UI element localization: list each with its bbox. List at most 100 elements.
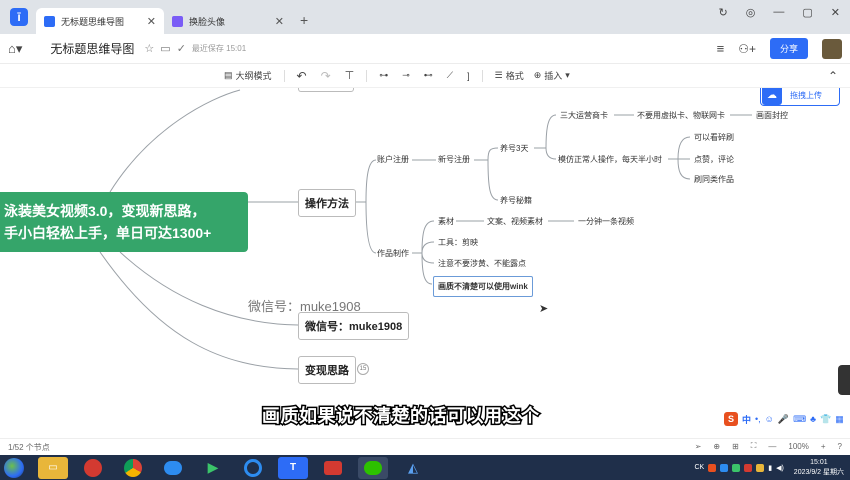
ime-language[interactable]: 中 — [742, 413, 751, 426]
app-logo-icon[interactable]: ī — [10, 8, 28, 26]
mindmap-node-raise-3days[interactable]: 养号3天 — [500, 143, 528, 154]
mindmap-node-raise-secrets[interactable]: 养号秘籍 — [500, 195, 532, 206]
mindmap-node-copy-video[interactable]: 文案、视频素材 — [487, 216, 543, 227]
folder-icon[interactable]: ▭ — [160, 42, 170, 55]
menu-icon[interactable]: ≡ — [717, 41, 725, 56]
mindmap-node-unclear-selected[interactable]: 画质不清楚可以使用wink — [433, 276, 533, 297]
format-button[interactable]: ☰ 格式 — [495, 69, 524, 82]
outline-mode-button[interactable]: ▤ 大纲模式 — [224, 69, 272, 82]
undo-icon[interactable]: ↶ — [297, 69, 307, 83]
minimize-icon[interactable]: — — [773, 6, 784, 19]
add-parent-icon[interactable]: ⊷ — [424, 70, 433, 81]
mindmap-node-three-carriers[interactable]: 三大运营商卡 — [560, 110, 608, 121]
side-panel-handle[interactable] — [838, 365, 850, 395]
chrome-icon[interactable] — [118, 457, 148, 479]
mindmap-node-screen-lock[interactable]: 画面封控 — [756, 110, 788, 121]
add-sibling-icon[interactable]: ⊶ — [379, 70, 388, 81]
home-icon[interactable]: ⌂▾ — [8, 41, 22, 57]
video-player-icon[interactable]: ▶ — [198, 457, 228, 479]
connector-icon[interactable]: ⟋ — [447, 70, 453, 81]
tab-avatar[interactable]: 换脸头像 ✕ — [164, 8, 292, 34]
mindmap-node-one-minute[interactable]: 一分钟一条视频 — [578, 216, 634, 227]
mindmap-branch-ops[interactable]: 操作方法 — [298, 189, 356, 217]
close-window-icon[interactable]: ✕ — [831, 6, 840, 19]
sogou-tray-icon[interactable] — [708, 463, 717, 472]
keyboard-icon[interactable]: ⌨ — [793, 414, 806, 425]
taskbar-clock[interactable]: 15:01 2023/9/2 星期六 — [794, 458, 844, 478]
mindmap-canvas[interactable]: 泳装美女视频3.0，变现新思路， 手小白轻松上手，单日可达1300+ 操作方法 … — [0, 88, 850, 438]
format-painter-icon[interactable]: ⊤ — [345, 69, 355, 82]
document-titlebar: ⌂▾ 无标题思维导图 ☆ ▭ ✓ 最近保存 15:01 ≡ ⚇+ 分享 — [0, 34, 850, 64]
help-icon[interactable]: ? — [838, 442, 842, 451]
fullscreen-icon[interactable]: ⛶ — [751, 441, 757, 451]
tray-app-icon[interactable] — [720, 463, 729, 472]
title-actions: ☆ ▭ ✓ 最近保存 15:01 — [144, 42, 246, 55]
close-icon[interactable]: ✕ — [147, 15, 156, 28]
new-tab-plus-icon[interactable]: + — [300, 12, 308, 28]
locate-icon[interactable]: ➢ — [695, 442, 702, 451]
baidu-netdisk-icon[interactable] — [158, 457, 188, 479]
mindmap-node-material[interactable]: 素材 — [438, 216, 454, 227]
netease-music-icon[interactable] — [78, 457, 108, 479]
window-controls: ↻ ◎ — ▢ ✕ — [719, 6, 840, 19]
mindmap-branch-wechat[interactable]: 微信号：muke1908 — [298, 312, 410, 340]
network-icon[interactable]: ▮ — [768, 464, 772, 472]
mindmap-node-new-reg[interactable]: 新号注册 — [438, 154, 470, 165]
fit-icon[interactable]: ⊞ — [732, 442, 739, 451]
pin-icon[interactable]: ◎ — [746, 6, 756, 19]
wechat-icon[interactable] — [358, 456, 388, 479]
close-icon[interactable]: ✕ — [275, 15, 284, 28]
mindmap-node-like-comment[interactable]: 点赞，评论 — [694, 154, 734, 165]
format-label: 格式 — [505, 71, 524, 81]
recorder-icon[interactable] — [318, 457, 348, 479]
star-icon[interactable]: ☆ — [144, 42, 154, 55]
monetize-count-badge[interactable]: 15 — [357, 363, 369, 375]
summary-icon[interactable]: ] — [467, 71, 470, 81]
video-subtitle: 画质如果说不清楚的话可以用这个 — [261, 405, 541, 428]
mindmap-branch-prev[interactable] — [298, 88, 354, 92]
drag-upload-button[interactable]: ☁ 拖拽上传 — [760, 88, 840, 106]
redo-icon[interactable]: ↷ — [321, 69, 331, 83]
zoom-level[interactable]: 100% — [788, 442, 808, 451]
maximize-icon[interactable]: ▢ — [802, 6, 812, 19]
start-button[interactable] — [4, 457, 24, 478]
volume-icon[interactable]: ◀) — [776, 464, 784, 472]
mic-icon[interactable]: 🎤 — [778, 414, 789, 425]
sogou-ime-icon[interactable]: S — [724, 412, 738, 426]
mindmap-node-tool[interactable]: 工具：剪映 — [438, 237, 478, 248]
add-collaborator-icon[interactable]: ⚇+ — [738, 42, 756, 56]
ime-punct-icon[interactable]: •, — [755, 414, 761, 424]
zoom-in-icon[interactable]: + — [821, 442, 826, 451]
qq-browser-icon[interactable] — [238, 457, 268, 479]
mindmap-node-caution[interactable]: 注意不要涉黄、不能露点 — [438, 258, 526, 269]
mindmap-node-no-virtual[interactable]: 不要用虚拟卡、物联网卡 — [637, 110, 725, 121]
mindmap-node-works-make[interactable]: 作品制作 — [377, 248, 409, 259]
mindmap-app-icon[interactable]: T — [278, 456, 308, 479]
tray-app-icon[interactable] — [756, 463, 765, 472]
collapse-toolbar-icon[interactable]: ⌃ — [828, 69, 838, 83]
tab-mindmap[interactable]: 无标题思维导图 ✕ — [36, 8, 164, 34]
ime-skin-icon[interactable]: ♣ — [810, 414, 816, 424]
insert-button[interactable]: ⊕ 插入 ▾ — [534, 69, 570, 82]
capcut-icon[interactable]: ◭ — [398, 457, 428, 479]
refresh-icon[interactable]: ↻ — [719, 6, 728, 19]
tray-app-icon[interactable] — [744, 463, 753, 472]
ime-shirt-icon[interactable]: 👕 — [820, 414, 831, 425]
mindmap-node-account-reg[interactable]: 账户注册 — [377, 154, 409, 165]
center-icon[interactable]: ⊕ — [713, 442, 720, 451]
add-child-icon[interactable]: ⊸ — [402, 70, 410, 81]
file-explorer-icon[interactable]: ▭ — [38, 456, 68, 479]
share-button[interactable]: 分享 — [769, 38, 808, 59]
avatar[interactable] — [822, 38, 842, 59]
ime-grid-icon[interactable]: ▦ — [835, 414, 844, 425]
document-title[interactable]: 无标题思维导图 — [50, 40, 134, 57]
mindmap-node-simulate[interactable]: 模仿正常人操作，每天半小时 — [558, 154, 662, 165]
tray-app-icon[interactable] — [732, 463, 741, 472]
mindmap-branch-monetize[interactable]: 变现思路 — [298, 356, 356, 384]
mindmap-node-can-swipe[interactable]: 可以看碎刷 — [694, 132, 734, 143]
mindmap-root-node[interactable]: 泳装美女视频3.0，变现新思路， 手小白轻松上手，单日可达1300+ — [0, 192, 248, 252]
emoji-icon[interactable]: ☺ — [765, 414, 774, 424]
mindmap-node-swipe-works[interactable]: 刷同类作品 — [694, 174, 734, 185]
tab-label: 换脸头像 — [189, 16, 226, 27]
zoom-out-icon[interactable]: — — [768, 442, 776, 451]
